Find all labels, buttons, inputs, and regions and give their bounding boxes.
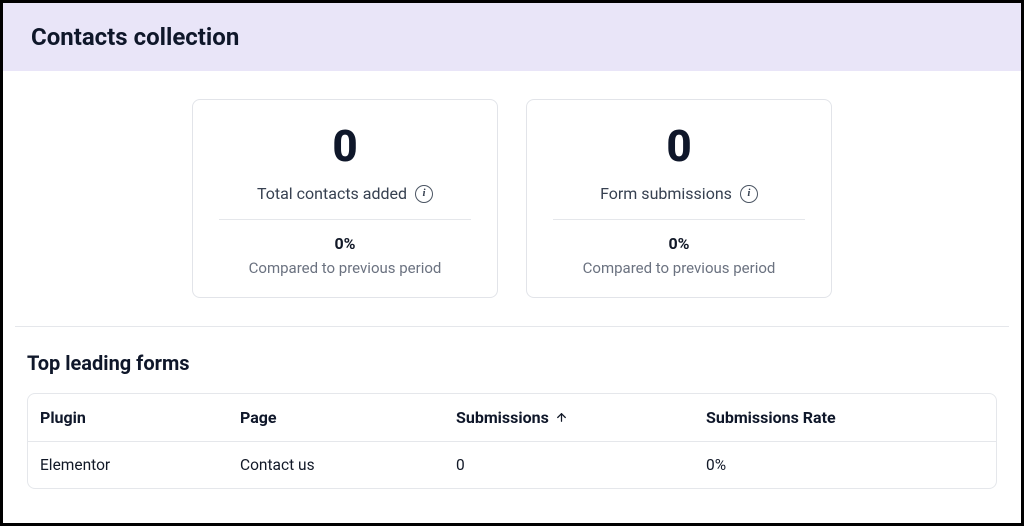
stat-label-contacts: Total contacts added — [257, 184, 407, 203]
panel-title: Contacts collection — [31, 23, 993, 51]
stat-label-submissions: Form submissions — [600, 184, 732, 203]
stat-card-contacts: 0 Total contacts added i 0% Compared to … — [192, 99, 498, 298]
col-header-plugin-label: Plugin — [40, 408, 86, 427]
cell-submissions: 0 — [456, 456, 706, 474]
info-icon[interactable]: i — [415, 185, 433, 203]
col-header-rate[interactable]: Submissions Rate — [706, 408, 984, 427]
stat-value-contacts: 0 — [215, 122, 475, 170]
stat-compare-submissions: Compared to previous period — [549, 253, 809, 277]
stat-cards-row: 0 Total contacts added i 0% Compared to … — [15, 99, 1009, 327]
arrow-up-icon — [555, 411, 569, 425]
leading-forms-table: Plugin Page Submissions Submissions Ra — [27, 393, 997, 489]
stat-card-submissions: 0 Form submissions i 0% Compared to prev… — [526, 99, 832, 298]
leading-forms-title: Top leading forms — [27, 351, 997, 375]
cell-plugin: Elementor — [40, 456, 240, 474]
leading-forms-section: Top leading forms Plugin Page Submission… — [15, 327, 1009, 489]
cell-rate: 0% — [706, 456, 984, 474]
stat-label-row-submissions: Form submissions i — [553, 170, 805, 220]
stat-compare-contacts: Compared to previous period — [215, 253, 475, 277]
table-row[interactable]: Elementor Contact us 0 0% — [28, 442, 996, 488]
stat-percent-submissions: 0% — [549, 220, 809, 253]
stat-value-submissions: 0 — [549, 122, 809, 170]
col-header-submissions-label: Submissions — [456, 408, 549, 427]
col-header-rate-label: Submissions Rate — [706, 408, 836, 427]
table-header-row: Plugin Page Submissions Submissions Ra — [28, 394, 996, 442]
col-header-plugin[interactable]: Plugin — [40, 408, 240, 427]
cell-page: Contact us — [240, 456, 456, 474]
panel-header: Contacts collection — [3, 3, 1021, 71]
panel-content: 0 Total contacts added i 0% Compared to … — [3, 71, 1021, 489]
info-icon[interactable]: i — [740, 185, 758, 203]
col-header-submissions[interactable]: Submissions — [456, 408, 706, 427]
stat-percent-contacts: 0% — [215, 220, 475, 253]
col-header-page[interactable]: Page — [240, 408, 456, 427]
col-header-page-label: Page — [240, 408, 277, 427]
stat-label-row-contacts: Total contacts added i — [219, 170, 471, 220]
